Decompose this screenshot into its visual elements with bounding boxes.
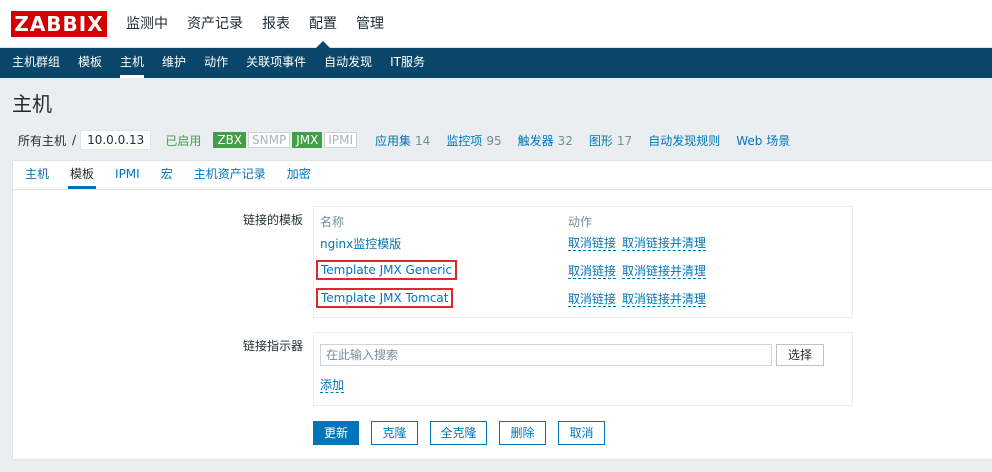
submenu-host-groups[interactable]: 主机群组 [12, 48, 60, 78]
tab-host[interactable]: 主机 [23, 161, 51, 189]
menu-administration[interactable]: 管理 [356, 0, 384, 48]
link-triggers-label: 触发器 [517, 133, 554, 148]
tab-templates[interactable]: 模板 [68, 161, 97, 189]
link-applications-count: 14 [415, 133, 431, 148]
link-applications[interactable]: 应用集 14 [375, 132, 430, 149]
submenu-it-services[interactable]: IT服务 [390, 48, 425, 78]
host-status-enabled[interactable]: 已启用 [165, 132, 201, 149]
link-indicator-label: 链接指示器 [242, 339, 303, 353]
tab-ipmi[interactable]: IPMI [113, 161, 142, 189]
link-indicator-box: 在此输入搜索 选择 添加 [313, 332, 853, 406]
link-triggers-count: 32 [557, 133, 573, 148]
availability-tags: ZBX SNMP JMX IPMI [213, 132, 359, 148]
template-link-jmx-tomcat[interactable]: Template JMX Tomcat [316, 288, 454, 308]
menu-inventory[interactable]: 资产记录 [187, 0, 243, 48]
column-name-header: 名称 [320, 215, 345, 229]
template-link-jmx-generic[interactable]: Template JMX Generic [316, 260, 458, 280]
submenu-discovery[interactable]: 自动发现 [324, 48, 372, 78]
menu-configuration[interactable]: 配置 [309, 0, 337, 48]
host-form-panel: 主机 模板 IPMI 宏 主机资产记录 加密 链接的模板 名称 动作 nginx… [12, 160, 992, 460]
tab-macros[interactable]: 宏 [159, 161, 175, 189]
full-clone-button[interactable]: 全克隆 [430, 421, 487, 445]
link-items-count: 95 [486, 133, 502, 148]
page-title: 主机 [12, 92, 52, 116]
unlink-and-clear-button[interactable]: 取消链接并清理 [622, 292, 707, 307]
breadcrumb-all-hosts[interactable]: 所有主机 [18, 132, 66, 149]
top-header: ZABBIX 监测中 资产记录 报表 配置 管理 [0, 0, 992, 48]
linked-templates-label: 链接的模板 [242, 213, 303, 227]
unlink-and-clear-button[interactable]: 取消链接并清理 [622, 264, 707, 279]
tag-snmp: SNMP [248, 132, 291, 148]
main-menu: 监测中 资产记录 报表 配置 管理 [126, 0, 403, 48]
submenu-maintenance[interactable]: 维护 [162, 48, 186, 78]
link-items-label: 监控项 [446, 133, 483, 148]
submenu-actions[interactable]: 动作 [204, 48, 228, 78]
host-tabs: 主机 模板 IPMI 宏 主机资产记录 加密 [13, 161, 992, 190]
menu-monitoring[interactable]: 监测中 [126, 0, 168, 48]
tab-encryption[interactable]: 加密 [285, 161, 313, 189]
clone-button[interactable]: 克隆 [371, 421, 418, 445]
add-link[interactable]: 添加 [320, 378, 345, 393]
cancel-button[interactable]: 取消 [558, 421, 605, 445]
tag-zbx: ZBX [213, 132, 247, 148]
link-items[interactable]: 监控项 95 [446, 132, 501, 149]
link-graphs-label: 图形 [588, 133, 613, 148]
zabbix-logo[interactable]: ZABBIX [11, 11, 107, 37]
column-action-header: 动作 [568, 215, 593, 229]
tab-inventory[interactable]: 主机资产记录 [192, 161, 268, 189]
tag-ipmi: IPMI [324, 132, 358, 148]
submenu-templates[interactable]: 模板 [78, 48, 102, 78]
link-web-scenarios[interactable]: Web 场景 [736, 132, 790, 149]
link-triggers[interactable]: 触发器 32 [518, 132, 573, 149]
tag-jmx: JMX [292, 132, 323, 148]
unlink-button[interactable]: 取消链接 [568, 236, 617, 251]
select-button[interactable]: 选择 [776, 344, 824, 366]
menu-reports[interactable]: 报表 [262, 0, 290, 48]
link-discovery-rules[interactable]: 自动发现规则 [648, 132, 720, 149]
unlink-button[interactable]: 取消链接 [568, 292, 617, 307]
delete-button[interactable]: 删除 [499, 421, 546, 445]
breadcrumb-current-host: 10.0.0.13 [80, 130, 152, 150]
link-applications-label: 应用集 [375, 133, 412, 148]
link-graphs-count: 17 [616, 133, 633, 148]
sub-menu: 主机群组 模板 主机 维护 动作 关联项事件 自动发现 IT服务 [0, 48, 992, 78]
linked-templates-table: 名称 动作 nginx监控模版 取消链接 取消链接并清理 Template JM… [313, 206, 853, 318]
breadcrumb-separator: / [72, 133, 77, 147]
breadcrumb: 所有主机 / 10.0.0.13 已启用 ZBX SNMP JMX IPMI 应… [12, 128, 992, 152]
submenu-correlation[interactable]: 关联项事件 [246, 48, 306, 78]
link-graphs[interactable]: 图形 17 [589, 132, 632, 149]
template-link-nginx[interactable]: nginx监控模版 [320, 235, 401, 252]
unlink-button[interactable]: 取消链接 [568, 264, 617, 279]
submenu-hosts[interactable]: 主机 [120, 48, 145, 78]
update-button[interactable]: 更新 [313, 421, 359, 445]
unlink-and-clear-button[interactable]: 取消链接并清理 [622, 236, 707, 251]
template-search-input[interactable]: 在此输入搜索 [320, 344, 772, 366]
